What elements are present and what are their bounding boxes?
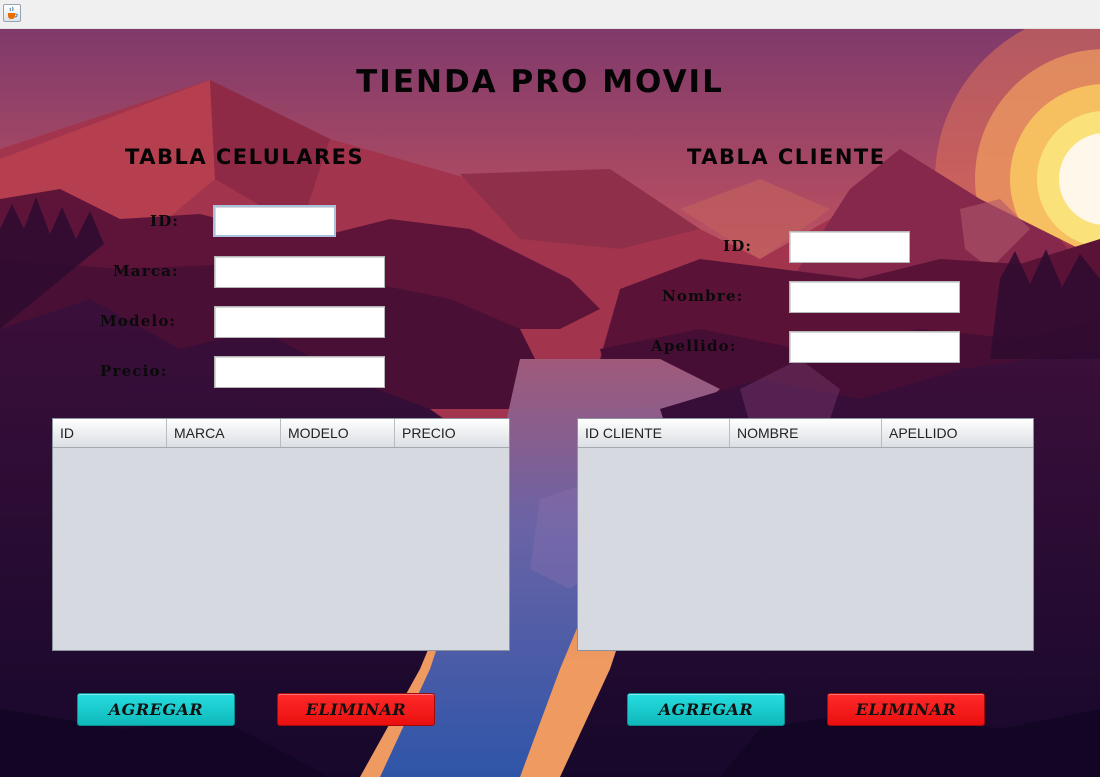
- column-header-modelo[interactable]: MODELO: [281, 419, 395, 447]
- column-header-apellido[interactable]: APELLIDO: [882, 419, 1033, 447]
- cliente-nombre-label: Nombre:: [662, 287, 744, 305]
- celular-marca-label: Marca:: [113, 262, 179, 280]
- celular-id-label: ID:: [150, 212, 180, 230]
- celulares-table[interactable]: ID MARCA MODELO PRECIO: [52, 418, 510, 651]
- column-header-precio[interactable]: PRECIO: [395, 419, 509, 447]
- celulares-section-title: TABLA CELULARES: [125, 145, 365, 169]
- celulares-delete-button[interactable]: ELIMINAR: [277, 693, 435, 726]
- column-header-id[interactable]: ID: [53, 419, 167, 447]
- celulares-add-button[interactable]: AGREGAR: [77, 693, 235, 726]
- column-header-marca[interactable]: MARCA: [167, 419, 281, 447]
- cliente-add-button[interactable]: AGREGAR: [627, 693, 785, 726]
- column-header-nombre[interactable]: NOMBRE: [730, 419, 882, 447]
- celulares-table-body[interactable]: [53, 448, 509, 651]
- java-cup-icon[interactable]: [3, 4, 21, 22]
- cliente-section-title: TABLA CLIENTE: [687, 145, 886, 169]
- cliente-delete-button[interactable]: ELIMINAR: [827, 693, 985, 726]
- cliente-id-input[interactable]: [789, 231, 910, 263]
- celular-marca-input[interactable]: [214, 256, 385, 288]
- celular-precio-label: Precio:: [100, 362, 168, 380]
- celular-modelo-label: Modelo:: [100, 312, 177, 330]
- cliente-apellido-input[interactable]: [789, 331, 960, 363]
- celular-precio-input[interactable]: [214, 356, 385, 388]
- window-titlebar: [0, 0, 1100, 29]
- mountain-sunset-background: [0, 29, 1100, 777]
- cliente-table-header: ID CLIENTE NOMBRE APELLIDO: [578, 419, 1033, 448]
- celular-id-input[interactable]: [213, 205, 336, 237]
- cliente-id-label: ID:: [723, 237, 753, 255]
- cliente-apellido-label: Apellido:: [651, 337, 737, 355]
- cliente-table[interactable]: ID CLIENTE NOMBRE APELLIDO: [577, 418, 1034, 651]
- celular-modelo-input[interactable]: [214, 306, 385, 338]
- cliente-table-body[interactable]: [578, 448, 1033, 651]
- column-header-id-cliente[interactable]: ID CLIENTE: [578, 419, 730, 447]
- celulares-table-header: ID MARCA MODELO PRECIO: [53, 419, 509, 448]
- app-title: TIENDA PRO MOVIL: [356, 64, 724, 100]
- cliente-nombre-input[interactable]: [789, 281, 960, 313]
